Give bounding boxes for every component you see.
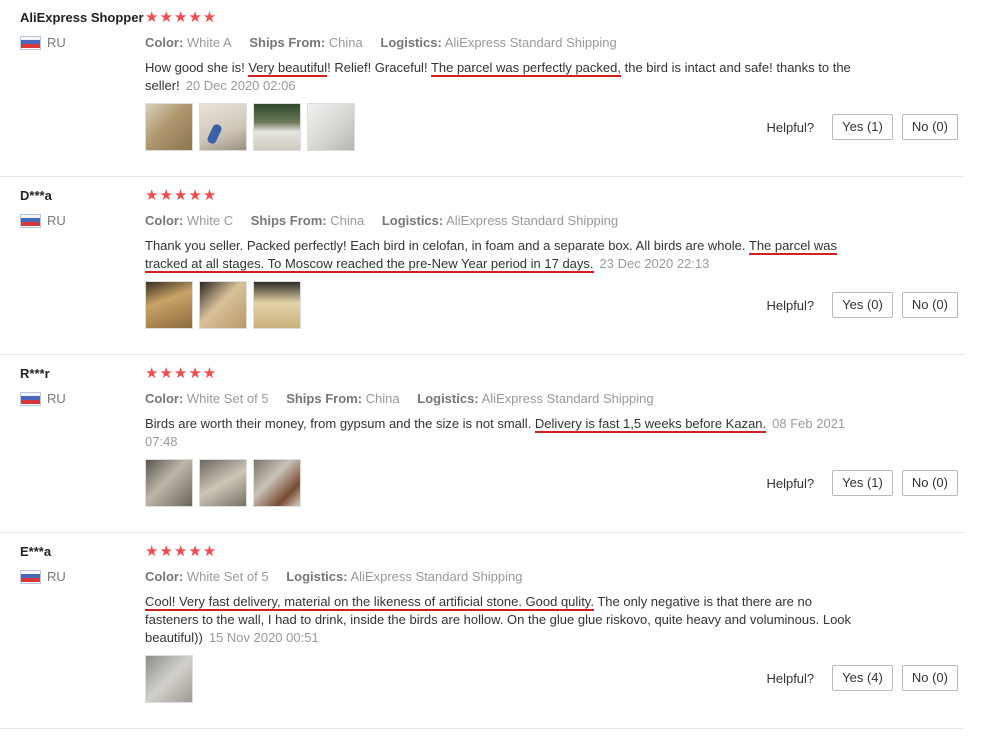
color-attribute: Color: White Set of 5 — [145, 391, 269, 406]
ships-from-attribute: Ships From: China — [250, 213, 365, 228]
helpful-votes: Helpful? Yes (0) No (0) — [766, 292, 958, 318]
helpful-yes-button[interactable]: Yes (1) — [832, 470, 893, 496]
review-item: E***a RU ★★★★★ Color: White Set of 5 Log… — [0, 544, 964, 729]
reviewer-name: D***a — [20, 188, 52, 203]
russia-flag-icon — [20, 213, 41, 228]
review-photo[interactable] — [145, 459, 193, 507]
reviewer-name: R***r — [20, 366, 50, 381]
review-content: ★★★★★ Color: White Set of 5 Ships From: … — [145, 366, 865, 507]
logistics-attribute: Logistics: AliExpress Standard Shipping — [286, 569, 523, 584]
underlined-text: Very beautiful — [248, 60, 328, 77]
ships-from-attribute: Ships From: China — [249, 35, 363, 50]
review-content: ★★★★★ Color: White C Ships From: China L… — [145, 188, 865, 329]
review-photo[interactable] — [199, 459, 247, 507]
review-photos — [145, 459, 865, 507]
helpful-votes: Helpful? Yes (1) No (0) — [766, 114, 958, 140]
reviewer-name: E***a — [20, 544, 52, 559]
review-item: AliExpress Shopper RU ★★★★★ Color: White… — [0, 10, 964, 177]
star-rating: ★★★★★ — [145, 543, 218, 560]
helpful-no-button[interactable]: No (0) — [901, 665, 958, 691]
review-date: 15 Nov 2020 00:51 — [208, 630, 319, 645]
helpful-label: Helpful? — [766, 119, 815, 135]
helpful-no-button[interactable]: No (0) — [901, 470, 958, 496]
country-code: RU — [47, 569, 66, 584]
review-photo[interactable] — [145, 281, 193, 329]
country-code: RU — [47, 213, 66, 228]
helpful-label: Helpful? — [766, 475, 815, 491]
reviewer-info: D***a RU — [20, 188, 66, 228]
review-item: R***r RU ★★★★★ Color: White Set of 5 Shi… — [0, 366, 964, 533]
underlined-text: The parcel was perfectly packed, — [430, 60, 621, 77]
helpful-no-button[interactable]: No (0) — [901, 292, 958, 318]
review-photo[interactable] — [253, 281, 301, 329]
color-attribute: Color: White Set of 5 — [145, 569, 269, 584]
country-code: RU — [47, 35, 66, 50]
review-photo[interactable] — [253, 459, 301, 507]
helpful-yes-button[interactable]: Yes (1) — [832, 114, 893, 140]
color-attribute: Color: White C — [145, 213, 234, 228]
star-rating: ★★★★★ — [145, 187, 218, 204]
country-code: RU — [47, 391, 66, 406]
review-attributes: Color: White Set of 5 Ships From: China … — [145, 391, 865, 407]
logistics-attribute: Logistics: AliExpress Standard Shipping — [417, 391, 654, 406]
review-date: 20 Dec 2020 02:06 — [185, 78, 296, 93]
helpful-label: Helpful? — [766, 670, 815, 686]
helpful-votes: Helpful? Yes (4) No (0) — [766, 665, 958, 691]
reviewer-country: RU — [20, 391, 66, 406]
review-attributes: Color: White C Ships From: China Logisti… — [145, 213, 865, 229]
reviewer-name: AliExpress Shopper — [20, 10, 144, 25]
review-text: Thank you seller. Packed perfectly! Each… — [145, 238, 838, 273]
review-photo[interactable] — [253, 103, 301, 151]
review-attributes: Color: White A Ships From: China Logisti… — [145, 35, 865, 51]
russia-flag-icon — [20, 35, 41, 50]
review-photo[interactable] — [199, 281, 247, 329]
underlined-text: Delivery is fast 1,5 weeks before Kazan. — [534, 416, 767, 433]
review-content: ★★★★★ Color: White A Ships From: China L… — [145, 10, 865, 151]
ships-from-attribute: Ships From: China — [286, 391, 400, 406]
russia-flag-icon — [20, 569, 41, 584]
helpful-label: Helpful? — [766, 297, 815, 313]
review-content: ★★★★★ Color: White Set of 5 Logistics: A… — [145, 544, 865, 703]
reviewer-country: RU — [20, 213, 66, 228]
color-attribute: Color: White A — [145, 35, 232, 50]
star-rating: ★★★★★ — [145, 365, 218, 382]
underlined-text: Cool! Very fast delivery, material on th… — [145, 594, 594, 611]
helpful-votes: Helpful? Yes (1) No (0) — [766, 470, 958, 496]
review-photos — [145, 103, 865, 151]
review-item: D***a RU ★★★★★ Color: White C Ships From… — [0, 188, 964, 355]
reviewer-info: R***r RU — [20, 366, 66, 406]
reviewer-country: RU — [20, 35, 144, 50]
reviewer-country: RU — [20, 569, 66, 584]
review-photos — [145, 281, 865, 329]
review-photo[interactable] — [145, 655, 193, 703]
russia-flag-icon — [20, 391, 41, 406]
logistics-attribute: Logistics: AliExpress Standard Shipping — [380, 35, 617, 50]
review-text: Birds are worth their money, from gypsum… — [145, 416, 846, 449]
logistics-attribute: Logistics: AliExpress Standard Shipping — [381, 213, 619, 228]
helpful-yes-button[interactable]: Yes (4) — [832, 665, 893, 691]
review-photo[interactable] — [199, 103, 247, 151]
review-photo[interactable] — [145, 103, 193, 151]
star-rating: ★★★★★ — [145, 9, 218, 26]
reviewer-info: AliExpress Shopper RU — [20, 10, 144, 50]
review-attributes: Color: White Set of 5 Logistics: AliExpr… — [145, 569, 865, 585]
helpful-yes-button[interactable]: Yes (0) — [832, 292, 893, 318]
helpful-no-button[interactable]: No (0) — [901, 114, 958, 140]
review-date: 23 Dec 2020 22:13 — [599, 256, 710, 271]
reviewer-info: E***a RU — [20, 544, 66, 584]
review-photo[interactable] — [307, 103, 355, 151]
review-text: Cool! Very fast delivery, material on th… — [145, 594, 852, 645]
review-photos — [145, 655, 865, 703]
review-text: How good she is! Very beautiful! Relief!… — [145, 60, 851, 93]
